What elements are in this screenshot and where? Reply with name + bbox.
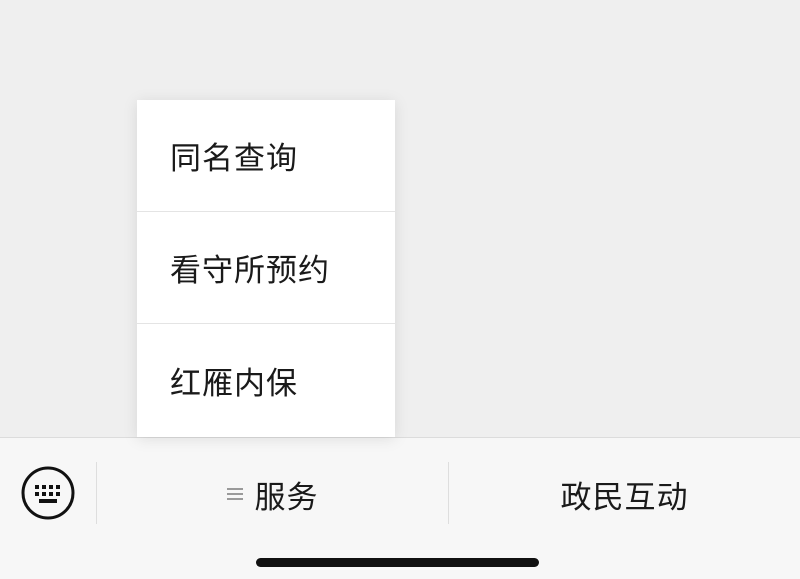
menu-item-hongyan-security[interactable]: 红雁内保 <box>137 324 395 437</box>
chat-screen: 同名查询 看守所预约 红雁内保 服务 政民互动 <box>0 0 800 579</box>
menu-item-label: 同名查询 <box>170 141 298 177</box>
tab-label: 服务 <box>254 479 319 516</box>
tab-government-interaction[interactable]: 政民互动 <box>449 458 800 530</box>
tab-label: 政民互动 <box>560 479 689 516</box>
services-popup-menu: 同名查询 看守所预约 红雁内保 <box>137 100 395 437</box>
menu-item-name-query[interactable]: 同名查询 <box>137 100 395 212</box>
keyboard-icon <box>21 466 75 520</box>
submenu-lines-icon <box>226 488 243 500</box>
keyboard-toggle-button[interactable] <box>20 465 76 521</box>
tab-services[interactable]: 服务 <box>97 458 448 530</box>
home-indicator[interactable] <box>256 558 539 567</box>
menu-item-detention-appointment[interactable]: 看守所预约 <box>137 212 395 324</box>
bottom-menu-bar: 服务 政民互动 <box>0 437 800 579</box>
menu-item-label: 看守所预约 <box>170 253 330 289</box>
menu-item-label: 红雁内保 <box>170 366 298 402</box>
